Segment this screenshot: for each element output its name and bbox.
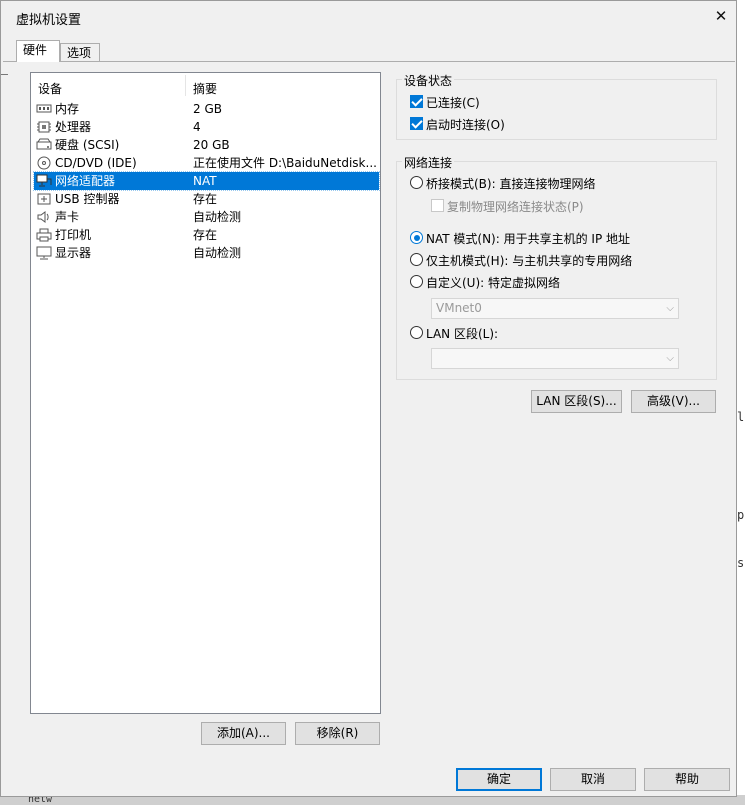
replicate-state-label[interactable]: 复制物理网络连接状态(P) <box>447 198 584 215</box>
host-only-radio[interactable] <box>410 253 423 266</box>
device-name: 打印机 <box>55 228 92 242</box>
device-name: CD/DVD (IDE) <box>55 156 137 170</box>
device-name: 网络适配器 <box>55 174 116 188</box>
lan-segment-label[interactable]: LAN 区段(L): <box>426 325 498 342</box>
device-row-cd-dvd[interactable]: CD/DVD (IDE) 正在使用文件 D:\BaiduNetdisk... <box>34 154 379 172</box>
chevron-down-icon: ⌵ <box>666 353 674 364</box>
memory-icon <box>36 104 52 113</box>
device-row-sound-card[interactable]: 声卡 自动检测 <box>34 208 379 226</box>
lan-segment-select[interactable]: ⌵ <box>431 348 679 369</box>
replicate-state-checkbox[interactable] <box>431 199 444 212</box>
device-summary: 正在使用文件 D:\BaiduNetdisk... <box>193 156 377 170</box>
background-text-fragment: p <box>737 508 745 522</box>
device-row-processor[interactable]: 处理器 4 <box>34 118 379 136</box>
monitor-icon <box>36 246 52 260</box>
column-header-summary[interactable]: 摘要 <box>193 80 217 97</box>
usb-icon <box>37 193 51 205</box>
device-row-display[interactable]: 显示器 自动检测 <box>34 244 379 262</box>
vm-settings-dialog: 虚拟机设置 ✕ 硬件 选项 设备 摘要 内存 2 GB 处理器 4 硬盘 (SC… <box>0 0 737 797</box>
device-summary: 存在 <box>193 228 218 242</box>
network-adapter-icon <box>36 174 52 187</box>
device-name: 处理器 <box>55 120 92 134</box>
connected-checkbox[interactable] <box>410 95 423 108</box>
tab-hardware[interactable]: 硬件 <box>16 40 60 62</box>
device-summary: 自动检测 <box>193 246 242 260</box>
close-icon[interactable]: ✕ <box>709 5 733 27</box>
device-name: 显示器 <box>55 246 92 260</box>
device-name: 内存 <box>55 102 80 116</box>
connect-at-power-on-checkbox[interactable] <box>410 117 423 130</box>
add-button[interactable]: 添加(A)... <box>201 722 286 745</box>
lan-segment-radio[interactable] <box>410 326 423 339</box>
bridged-radio[interactable] <box>410 176 423 189</box>
host-only-label[interactable]: 仅主机模式(H): 与主机共享的专用网络 <box>426 252 632 269</box>
chevron-down-icon: ⌵ <box>666 303 674 314</box>
device-summary: 2 GB <box>193 102 222 116</box>
device-summary: NAT <box>193 174 217 188</box>
device-row-usb-controller[interactable]: USB 控制器 存在 <box>34 190 379 208</box>
cd-dvd-icon <box>37 156 51 170</box>
device-row-printer[interactable]: 打印机 存在 <box>34 226 379 244</box>
background-text-fragment: ld <box>737 410 745 424</box>
connect-at-power-on-label[interactable]: 启动时连接(O) <box>426 116 505 133</box>
device-row-network-adapter[interactable]: 网络适配器 NAT <box>33 171 380 191</box>
device-name: 硬盘 (SCSI) <box>55 138 120 152</box>
device-row-hard-disk[interactable]: 硬盘 (SCSI) 20 GB <box>34 136 379 154</box>
processor-icon <box>37 121 51 133</box>
lan-segments-button[interactable]: LAN 区段(S)... <box>531 390 622 413</box>
network-connection-title: 网络连接 <box>402 154 455 171</box>
nat-label[interactable]: NAT 模式(N): 用于共享主机的 IP 地址 <box>426 230 630 247</box>
window-title: 虚拟机设置 <box>16 13 82 28</box>
device-name: USB 控制器 <box>55 192 120 206</box>
device-row-memory[interactable]: 内存 2 GB <box>34 100 379 118</box>
device-list[interactable]: 设备 摘要 内存 2 GB 处理器 4 硬盘 (SCSI) 20 GB CD/D… <box>30 72 381 714</box>
cancel-button[interactable]: 取消 <box>550 768 636 791</box>
device-status-title: 设备状态 <box>402 72 455 89</box>
background-text-fragment: si <box>737 556 745 570</box>
device-summary: 20 GB <box>193 138 230 152</box>
device-name: 声卡 <box>55 210 80 224</box>
custom-label[interactable]: 自定义(U): 特定虚拟网络 <box>426 274 560 291</box>
column-header-device[interactable]: 设备 <box>38 80 62 97</box>
column-separator[interactable] <box>185 75 186 96</box>
nat-radio[interactable] <box>410 231 423 244</box>
device-summary: 存在 <box>193 192 218 206</box>
device-summary: 4 <box>193 120 201 134</box>
hard-disk-icon <box>36 138 52 150</box>
remove-button[interactable]: 移除(R) <box>295 722 380 745</box>
ok-button[interactable]: 确定 <box>456 768 542 791</box>
bridged-label[interactable]: 桥接模式(B): 直接连接物理网络 <box>426 175 595 192</box>
custom-network-value: VMnet0 <box>436 301 482 315</box>
divider <box>1 74 8 75</box>
connected-label[interactable]: 已连接(C) <box>426 94 480 111</box>
sound-icon <box>37 211 49 223</box>
device-summary: 自动检测 <box>193 210 242 224</box>
printer-icon <box>36 228 52 242</box>
custom-network-select[interactable]: VMnet0 ⌵ <box>431 298 679 319</box>
advanced-button[interactable]: 高级(V)... <box>631 390 716 413</box>
custom-radio[interactable] <box>410 275 423 288</box>
help-button[interactable]: 帮助 <box>644 768 730 791</box>
